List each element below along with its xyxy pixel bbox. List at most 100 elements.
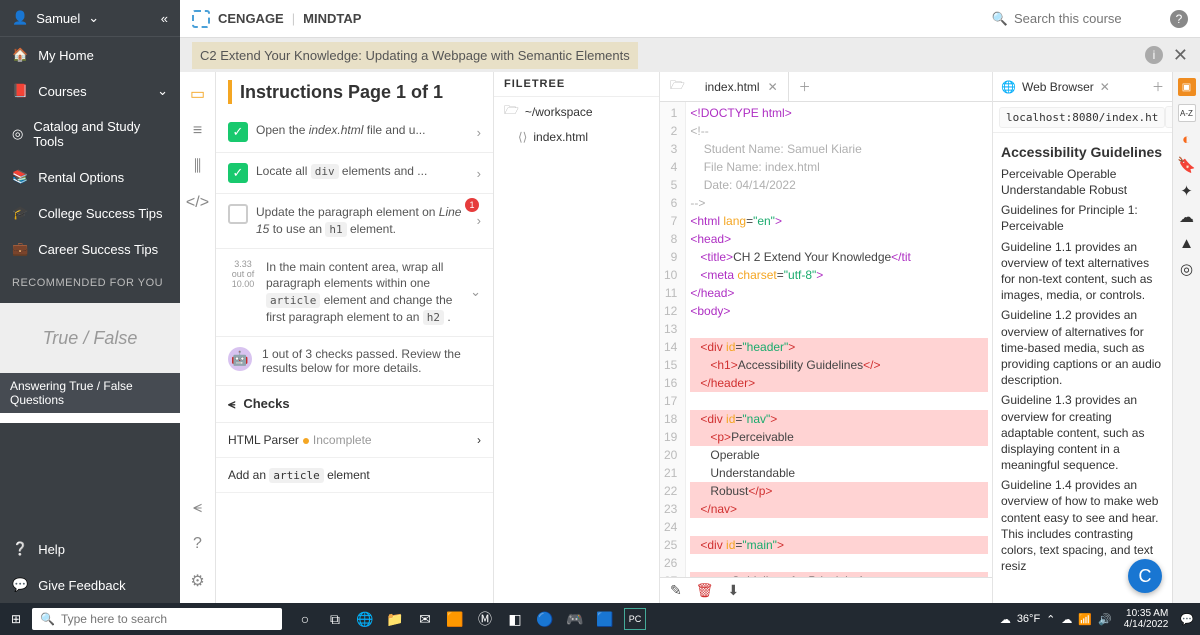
card-title: Answering True / False Questions	[0, 373, 180, 413]
office-icon[interactable]: 🟧	[444, 608, 466, 630]
doc-para: Guideline 1.1 provides an overview of te…	[1001, 239, 1164, 304]
steam-icon[interactable]: 🎮	[564, 608, 586, 630]
nav-career-tips[interactable]: 💼Career Success Tips	[0, 231, 180, 267]
tray-chevron-icon[interactable]: ⌃	[1046, 613, 1055, 626]
check-status: Incomplete	[313, 433, 372, 447]
explorer-icon[interactable]: 📁	[384, 608, 406, 630]
share-icon[interactable]: ⪪	[193, 499, 202, 517]
doc-para: Guidelines for Principle 1: Perceivable	[1001, 202, 1164, 234]
download-icon[interactable]: ⬇	[728, 582, 740, 599]
course-search[interactable]: 🔍 ?	[992, 10, 1188, 28]
pc-icon[interactable]: PC	[624, 608, 646, 630]
gear-icon[interactable]: ⚙	[190, 571, 204, 591]
help-icon: ❔	[12, 541, 28, 557]
chrome-icon[interactable]: 🔵	[534, 608, 556, 630]
wifi-icon[interactable]: 📶	[1078, 613, 1092, 626]
chart-icon[interactable]: ⫼	[194, 158, 201, 176]
doc-nav: Perceivable Operable Understandable Robu…	[1001, 166, 1164, 198]
taskbar-search-input[interactable]	[61, 612, 274, 626]
file-name: index.html	[533, 130, 588, 144]
volume-icon[interactable]: 🔊	[1098, 613, 1112, 626]
nav-rental[interactable]: 📚Rental Options	[0, 159, 180, 195]
new-tab-button[interactable]: ＋	[789, 72, 821, 101]
help-circle-icon[interactable]: ?	[1170, 10, 1188, 28]
notifications-icon[interactable]: 💬	[1180, 613, 1194, 626]
code-area[interactable]: 1234567891011121314151617181920212223242…	[660, 102, 992, 577]
filetree-root[interactable]: 🗁~/workspace	[494, 97, 659, 126]
step-1[interactable]: ✓ Open the index.html file and u... ›	[216, 112, 493, 153]
feedback-text: 1 out of 3 checks passed. Review the res…	[262, 347, 481, 375]
az-icon[interactable]: A-Z	[1178, 104, 1196, 122]
folder-icon: 🗁	[660, 76, 695, 97]
delete-icon[interactable]: 🗑	[696, 582, 714, 599]
bookmark-icon[interactable]: 🔖	[1178, 156, 1196, 174]
mail-icon[interactable]: ✉	[414, 608, 436, 630]
nav-help[interactable]: ❔Help	[0, 531, 180, 567]
taskview-icon[interactable]: ⧉	[324, 608, 346, 630]
step-text: Locate all div elements and ...	[256, 163, 469, 183]
drive-icon[interactable]: ▲	[1178, 234, 1196, 252]
gmail-icon[interactable]: Ⓜ	[474, 608, 496, 630]
cloud-icon[interactable]: ☁	[1178, 208, 1196, 226]
clock[interactable]: 10:35 AM 4/14/2022	[1124, 608, 1169, 630]
nav-college-tips[interactable]: 🎓College Success Tips	[0, 195, 180, 231]
preview-document: Accessibility Guidelines Perceivable Ope…	[993, 133, 1172, 603]
user-menu[interactable]: 👤Samuel⌄ «	[0, 0, 180, 37]
edge-icon[interactable]: 🌐	[354, 608, 376, 630]
onedrive-icon[interactable]: ☁	[1061, 613, 1072, 626]
question-icon[interactable]: ?	[193, 535, 202, 553]
filetree-file[interactable]: ⟨⟩index.html	[494, 126, 659, 148]
filetree-panel: FILETREE 🗁~/workspace ⟨⟩index.html	[494, 72, 660, 603]
chevron-right-icon: ›	[477, 125, 481, 140]
user-icon: 👤	[12, 10, 28, 26]
time-text: 10:35 AM	[1126, 608, 1168, 619]
system-tray[interactable]: ☁ 36°F ⌃ ☁ 📶 🔊 10:35 AM 4/14/2022 💬	[1000, 608, 1194, 630]
url-text[interactable]: localhost:8080/index.ht	[999, 107, 1165, 128]
app-icon[interactable]: ◧	[504, 608, 526, 630]
recommended-card[interactable]: True / False Answering True / False Ques…	[0, 303, 180, 423]
rss-icon[interactable]: ▣	[1178, 78, 1196, 96]
nav-feedback[interactable]: 💬Give Feedback	[0, 567, 180, 603]
step-2[interactable]: ✓ Locate all div elements and ... ›	[216, 153, 493, 194]
vscode-icon[interactable]: 🟦	[594, 608, 616, 630]
code-editor: 🗁 index.html ✕ ＋ 12345678910111213141516…	[660, 72, 992, 603]
close-tab-icon[interactable]: ✕	[768, 80, 778, 94]
nav-my-home[interactable]: 🏠My Home	[0, 37, 180, 73]
sparkle-icon[interactable]: ✦	[1178, 182, 1196, 200]
search-input[interactable]	[1014, 11, 1154, 26]
flame-icon[interactable]: ◐	[1178, 130, 1196, 148]
nav-catalog[interactable]: ◎Catalog and Study Tools	[0, 109, 180, 159]
collapse-icon[interactable]: «	[161, 11, 168, 26]
code-lines[interactable]: <!DOCTYPE html><!-- Student Name: Samuel…	[686, 102, 992, 577]
weather-icon: ☁	[1000, 613, 1011, 626]
browser-tab[interactable]: 🌐 Web Browser ✕	[993, 80, 1144, 94]
check-name: HTML Parser	[228, 433, 299, 447]
assistant-button[interactable]: C	[1128, 559, 1162, 593]
section-recommended: RECOMMENDED FOR YOU	[0, 267, 180, 299]
folder-name: ~/workspace	[525, 105, 593, 119]
close-icon[interactable]: ✕	[1173, 45, 1188, 66]
instructions-icon[interactable]: ▭	[190, 84, 205, 104]
step-3[interactable]: Update the paragraph element on Line 15 …	[216, 194, 493, 249]
edit-icon[interactable]: ✎	[670, 582, 682, 599]
start-button[interactable]: ⊞	[6, 609, 26, 629]
plus-icon[interactable]: ＋	[1144, 78, 1172, 95]
taskbar-search[interactable]: 🔍	[32, 608, 282, 630]
cortana-icon[interactable]: ○	[294, 608, 316, 630]
list-icon[interactable]: ≡	[193, 122, 202, 140]
check-article[interactable]: Add an article element	[216, 458, 493, 493]
step-4[interactable]: 3.33 out of 10.00 In the main content ar…	[216, 249, 493, 337]
doc-para: Guideline 1.3 provides an overview for c…	[1001, 392, 1164, 473]
nav-courses[interactable]: 📕Courses⌄	[0, 73, 180, 109]
code-icon[interactable]: </>	[186, 194, 209, 212]
info-icon[interactable]: i	[1145, 46, 1163, 64]
target-icon[interactable]: ◎	[1178, 260, 1196, 278]
editor-tab[interactable]: index.html ✕	[695, 72, 789, 101]
checks-label: Checks	[243, 396, 289, 411]
card-cover: True / False	[0, 303, 180, 373]
search-icon: 🔍	[992, 11, 1008, 27]
chevron-down-icon: ⌄	[157, 83, 168, 99]
close-tab-icon[interactable]: ✕	[1100, 80, 1110, 94]
assignment-title: C2 Extend Your Knowledge: Updating a Web…	[192, 42, 638, 69]
check-html-parser[interactable]: HTML ParserIncomplete ›	[216, 423, 493, 458]
